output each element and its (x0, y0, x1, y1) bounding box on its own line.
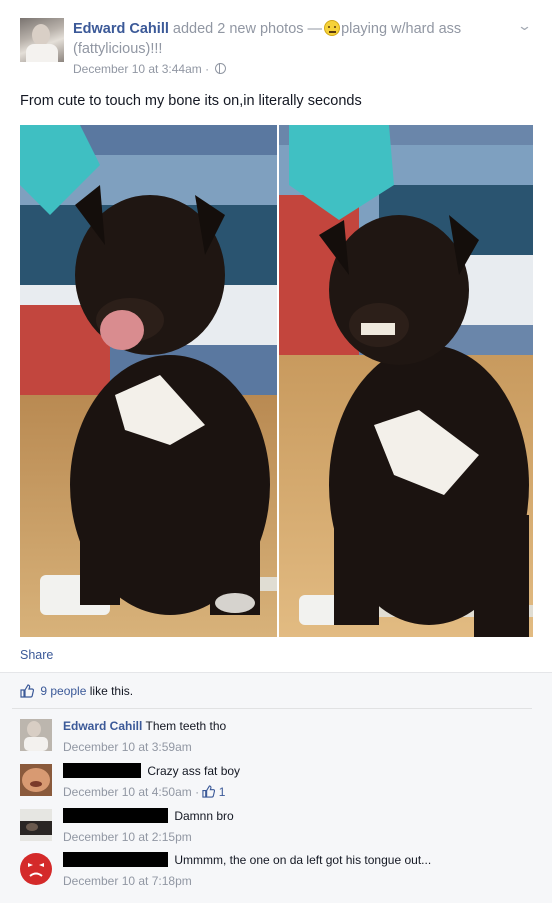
dog-photo-image (20, 125, 277, 637)
post-timestamp-link[interactable]: December 10 at 3:44am (73, 62, 202, 76)
post-status-text: From cute to touch my bone its on,in lit… (20, 93, 362, 109)
comment-body: Ummmm, the one on da left got his tongue… (63, 852, 431, 868)
share-link[interactable]: Share (20, 648, 53, 662)
likes-suffix: like this. (89, 684, 134, 698)
likes-summary: 9 people like this. (20, 684, 133, 698)
post-header: Edward Cahill added 2 new photos — playin… (73, 19, 513, 59)
comment-timestamp[interactable]: December 10 at 2:15pm (63, 830, 192, 844)
comment-body: Edward Cahill Them teeth tho (63, 718, 226, 734)
smiley-icon (324, 20, 341, 36)
likes-count-link[interactable]: 9 people (40, 684, 86, 698)
comment-timestamp[interactable]: December 10 at 7:18pm (63, 874, 192, 888)
post-photo-1[interactable] (20, 125, 277, 637)
commenter-avatar[interactable] (20, 719, 52, 751)
divider (12, 708, 532, 709)
redacted-name (63, 763, 141, 778)
comment-timestamp[interactable]: December 10 at 3:59am (63, 740, 192, 754)
redacted-name (63, 808, 168, 823)
post-photo-2[interactable] (279, 125, 533, 637)
comment-text: Damnn bro (174, 809, 234, 823)
comment-text: Ummmm, the one on da left got his tongue… (174, 853, 432, 867)
redacted-name (63, 852, 168, 867)
feedback-section: 9 people like this. Edward Cahill Them t… (0, 672, 552, 903)
like-thumb-icon (20, 684, 34, 698)
commenter-avatar[interactable] (20, 809, 52, 841)
post-meta: December 10 at 3:44am · (73, 62, 227, 76)
author-avatar[interactable] (20, 18, 64, 62)
dog-photo-image (279, 125, 533, 637)
comment-body: Crazy ass fat boy (63, 763, 240, 779)
globe-icon[interactable] (215, 63, 227, 74)
comment-like-count[interactable]: 1 (219, 785, 226, 799)
commenter-name-link[interactable]: Edward Cahill (63, 719, 142, 733)
chevron-down-icon[interactable]: ⌄ (517, 18, 532, 34)
commenter-avatar[interactable] (20, 853, 52, 885)
comment-meta: December 10 at 4:50am · 1 (63, 785, 226, 799)
author-name-link[interactable]: Edward Cahill (73, 21, 169, 37)
feed-post: Edward Cahill added 2 new photos — playin… (0, 0, 552, 903)
meta-separator: · (205, 62, 210, 76)
comment-text: Crazy ass fat boy (147, 764, 241, 778)
comment-timestamp[interactable]: December 10 at 4:50am (63, 785, 192, 799)
post-action-text: added 2 new photos — (172, 21, 323, 37)
like-thumb-icon (202, 785, 216, 798)
comment-body: Damnn bro (63, 808, 234, 824)
commenter-avatar[interactable] (20, 764, 52, 796)
comment-text: Them teeth tho (145, 719, 227, 733)
